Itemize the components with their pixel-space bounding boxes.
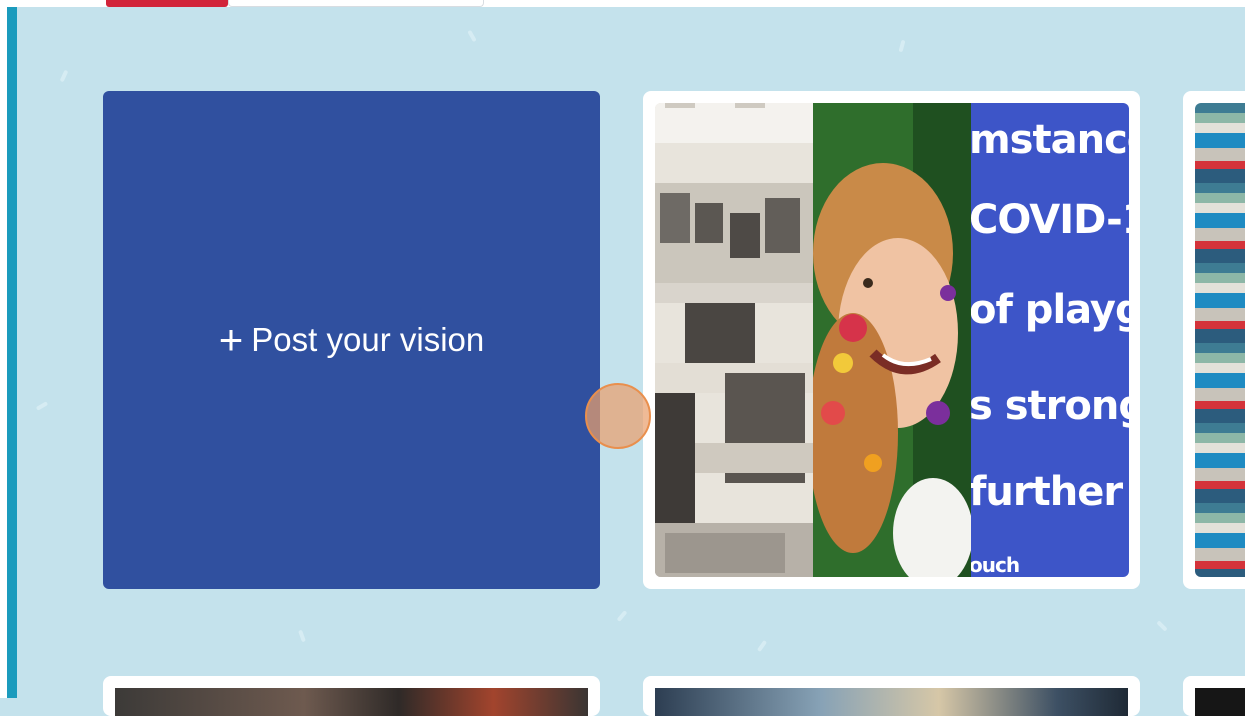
- sign-text-line: mstances: [971, 117, 1129, 163]
- sign-text-line: further r: [971, 469, 1129, 515]
- confetti-decoration: [59, 69, 69, 83]
- sign-text-line: COVID-1: [971, 197, 1129, 243]
- confetti-decoration: [35, 401, 49, 411]
- vision-card[interactable]: [1183, 676, 1245, 716]
- vision-collage-image: mstances COVID-1 of playgr s strongly fu…: [655, 103, 1129, 577]
- page-left-edge: [0, 0, 7, 698]
- child-illustration: [813, 103, 971, 577]
- active-tab-indicator[interactable]: [106, 0, 228, 7]
- cursor-highlight: [585, 383, 651, 449]
- painted-face-child-photo: [813, 103, 971, 577]
- classroom-photo: [655, 103, 813, 577]
- sign-text-line: of playgr: [971, 287, 1129, 333]
- post-your-vision-label: Post your vision: [251, 321, 485, 358]
- inactive-tab[interactable]: [228, 0, 484, 7]
- confetti-decoration: [616, 610, 628, 622]
- confetti-decoration: [467, 29, 477, 43]
- left-accent-bar: [7, 0, 17, 698]
- vision-photo: [1195, 688, 1245, 716]
- books-stack-photo: [1195, 103, 1245, 577]
- vision-card[interactable]: mstances COVID-1 of playgr s strongly fu…: [643, 91, 1140, 589]
- post-your-vision-button[interactable]: + Post your vision: [103, 91, 600, 589]
- confetti-decoration: [898, 39, 906, 53]
- sign-text-line: s strongly: [971, 383, 1129, 429]
- vision-card[interactable]: [103, 676, 600, 716]
- confetti-decoration: [1156, 620, 1168, 632]
- confetti-decoration: [298, 629, 306, 643]
- classroom-illustration: [655, 103, 813, 577]
- covid-sign-photo: mstances COVID-1 of playgr s strongly fu…: [971, 103, 1129, 577]
- confetti-decoration: [756, 639, 768, 653]
- sign-text-line: ouch: [971, 553, 1020, 577]
- plus-icon: +: [218, 316, 244, 363]
- vision-card[interactable]: [643, 676, 1140, 716]
- vision-card[interactable]: [1183, 91, 1245, 589]
- vision-photo: [655, 688, 1128, 716]
- vision-photo: [115, 688, 588, 716]
